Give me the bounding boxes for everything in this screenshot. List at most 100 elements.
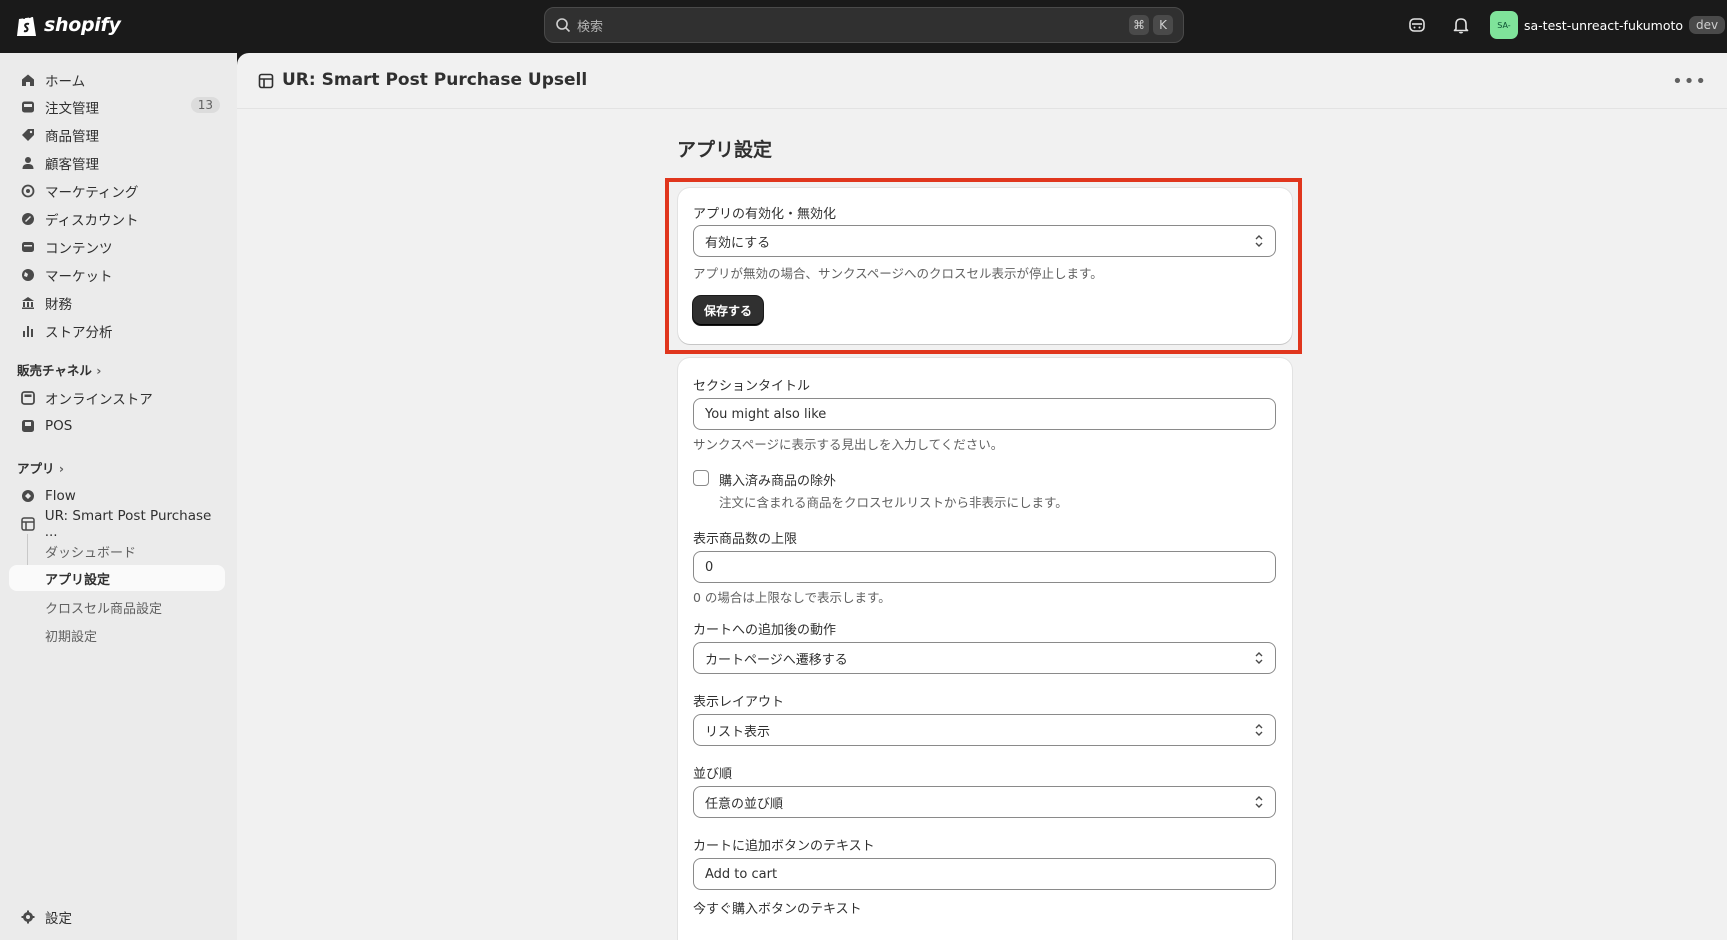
sidebar-item-label: マーケット [45,269,113,285]
sidebar-item-label: UR: Smart Post Purchase ... [44,508,212,540]
shopify-bag-icon [17,14,36,36]
sidebar-item-label: 商品管理 [45,129,99,145]
add-to-cart-text-input[interactable]: Add to cart [693,858,1276,890]
buy-now-text-label: 今すぐ購入ボタンのテキスト [693,902,862,917]
shopify-logo[interactable]: shopify [16,12,121,38]
chevron-right-icon: › [96,363,102,378]
sidebar-item-label: ホーム [45,74,86,90]
select-chevron-icon [1255,652,1263,664]
sidebar-item-label: 財務 [45,297,72,313]
section-title-label: セクションタイトル [693,379,811,394]
sidebar-item-marketing[interactable]: マーケティング [9,178,225,204]
sidebar-item-pos[interactable]: POS [9,413,225,439]
sidebar-item-online-store[interactable]: オンラインストア [9,385,225,411]
sidebar-item-products[interactable]: 商品管理 [9,122,225,148]
sidebar-sub-item-crosssell[interactable]: クロスセル商品設定 [9,594,225,620]
sidebar-sub-item-initial-setup[interactable]: 初期設定 [9,622,225,648]
sales-channels-heading[interactable]: 販売チャネル › [17,360,101,379]
sidebar-sub-item-app-settings[interactable]: アプリ設定 [9,565,225,591]
sidebar-item-label: ストア分析 [45,325,113,341]
bell-icon[interactable] [1451,15,1471,35]
globe-icon [20,267,36,283]
sidebar-item-label: POS [45,418,73,434]
sidebar-item-label: ディスカウント [45,213,139,229]
flow-icon [20,488,36,504]
layout-select[interactable]: リスト表示 [693,714,1276,746]
display-settings-card: セクションタイトル You might also like サンクスページに表示… [678,358,1292,940]
main-content: UR: Smart Post Purchase Upsell ••• アプリ設定… [237,53,1727,940]
sidebar-item-markets[interactable]: マーケット [9,262,225,288]
search-placeholder: 検索 [577,19,604,35]
app-icon [20,516,36,532]
sidebar-item-label: 設定 [45,911,72,927]
highlight-box [665,178,1302,354]
sidebar-item-flow[interactable]: Flow [9,483,225,509]
max-items-input[interactable]: 0 [693,551,1276,583]
search-input[interactable]: 検索 ⌘ K [544,7,1184,43]
sidebar-item-orders[interactable]: 注文管理 13 [9,94,225,120]
bank-icon [20,295,36,311]
sidebar-item-label: 注文管理 [45,101,99,117]
sidebar-item-label: マーケティング [45,185,139,201]
orders-count-badge: 13 [190,97,220,113]
sidebar-item-home[interactable]: ホーム [9,67,225,93]
select-chevron-icon [1255,724,1263,736]
sidebar-item-finance[interactable]: 財務 [9,290,225,316]
exclude-purchased-checkbox[interactable] [693,470,709,486]
store-name: sa-test-unreact-fukumoto [1524,17,1684,33]
sidebar-item-upsell-app[interactable]: UR: Smart Post Purchase ... [9,508,225,540]
target-icon [20,183,36,199]
sidebar-item-label: Flow [45,488,76,504]
sidebar-item-label: オンラインストア [45,392,153,408]
person-icon [20,155,36,171]
store-icon [20,390,36,406]
after-add-label: カートへの追加後の動作 [693,623,837,638]
sidebar-item-discounts[interactable]: ディスカウント [9,206,225,232]
section-title-input[interactable]: You might also like [693,398,1276,430]
sidebar-item-label: 顧客管理 [45,157,99,173]
sidebar-sub-item-dashboard[interactable]: ダッシュボード [9,538,225,564]
section-heading: アプリ設定 [677,139,773,161]
apps-heading[interactable]: アプリ › [17,458,64,477]
sidebar-item-settings[interactable]: 設定 [9,904,225,930]
store-menu[interactable]: SA- sa-test-unreact-fukumoto dev [1490,11,1726,39]
tag-icon [20,127,36,143]
shortcut-k-key: K [1153,15,1173,35]
sidebar-item-customers[interactable]: 顧客管理 [9,150,225,176]
home-icon [20,72,36,88]
exclude-purchased-help: 注文に含まれる商品をクロスセルリストから非表示にします。 [719,495,1068,510]
top-bar: shopify 検索 ⌘ K SA- sa-test-unreact-fukum… [0,0,1727,53]
content-icon [20,239,36,255]
chart-icon [20,323,36,339]
sidebar: ホーム 注文管理 13 商品管理 顧客管理 マーケティング ディスカウント コン… [0,53,237,940]
sidebar-item-analytics[interactable]: ストア分析 [9,318,225,344]
shortcut-cmd-key: ⌘ [1129,15,1149,35]
sidekick-icon[interactable] [1407,15,1427,35]
apps-label: アプリ [17,461,55,476]
sort-select[interactable]: 任意の並び順 [693,786,1276,818]
gear-icon [20,909,36,925]
after-add-select[interactable]: カートページへ遷移する [693,642,1276,674]
select-value: リスト表示 [705,724,771,740]
exclude-purchased-label: 購入済み商品の除外 [719,474,837,489]
section-title-help: サンクスページに表示する見出しを入力してください。 [693,437,1004,452]
select-value: カートページへ遷移する [705,652,848,668]
avatar: SA- [1490,11,1518,39]
more-actions-icon[interactable]: ••• [1672,71,1707,92]
sidebar-item-label: コンテンツ [45,241,113,257]
sidebar-item-content[interactable]: コンテンツ [9,234,225,260]
select-value: 任意の並び順 [705,796,784,812]
add-to-cart-text-label: カートに追加ボタンのテキスト [693,839,875,854]
sort-label: 並び順 [693,767,733,782]
chevron-right-icon: › [58,461,65,476]
discount-icon [20,211,36,227]
inbox-icon [20,99,36,115]
select-chevron-icon [1255,796,1263,808]
app-icon [258,73,274,89]
layout-label: 表示レイアウト [693,695,785,710]
sales-channels-label: 販売チャネル [17,363,92,378]
search-icon [556,18,571,33]
dev-badge: dev [1689,16,1726,34]
max-items-help: 0 の場合は上限なしで表示します。 [693,590,891,605]
logo-text: shopify [44,14,121,36]
